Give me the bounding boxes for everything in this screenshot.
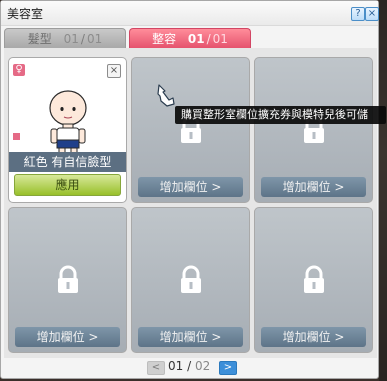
- tab-face[interactable]: 整容 01/01: [129, 28, 251, 49]
- lock-icon: [303, 265, 324, 293]
- tab-face-count: 01/01: [187, 32, 228, 46]
- lock-icon: [57, 265, 78, 293]
- add-slot-button[interactable]: 增加欄位 >: [261, 177, 366, 197]
- tab-hairstyle-label: 髮型: [27, 32, 52, 46]
- female-icon: ♀: [13, 64, 25, 76]
- tab-face-label: 整容: [152, 32, 177, 46]
- slots-panel: ♀ × 紅色 有自信臉型 應用 增加欄位 > 增加欄位 > 增加欄位 > 增加欄…: [4, 48, 377, 358]
- close-button[interactable]: ×: [365, 7, 379, 21]
- page-indicator: 01 / 02: [168, 359, 211, 373]
- locked-slot-5[interactable]: 增加欄位 >: [131, 207, 250, 353]
- window-title: 美容室: [7, 7, 44, 21]
- beauty-salon-window: 美容室 ? × 髮型 01/01 整容 01/01 ♀ × 紅色 有自信臉型 應…: [0, 0, 379, 379]
- add-slot-button[interactable]: 增加欄位 >: [138, 327, 243, 347]
- pagination: < 01 / 02 >: [1, 359, 378, 377]
- help-button[interactable]: ?: [351, 7, 365, 21]
- lock-icon: [180, 265, 201, 293]
- color-marker: [13, 133, 20, 140]
- add-slot-button[interactable]: 增加欄位 >: [15, 327, 120, 347]
- tab-hairstyle-count: 01/01: [63, 32, 103, 46]
- apply-button[interactable]: 應用: [14, 174, 121, 196]
- titlebar: 美容室 ? ×: [1, 1, 379, 26]
- hand-pointer-icon: [157, 84, 175, 107]
- slot-1-selected[interactable]: ♀ × 紅色 有自信臉型 應用: [8, 57, 127, 203]
- tab-bar: 髮型 01/01 整容 01/01: [1, 26, 378, 49]
- locked-slot-3[interactable]: 增加欄位 >: [254, 57, 373, 203]
- slot-name-label: 紅色 有自信臉型: [9, 152, 126, 172]
- delete-slot-button[interactable]: ×: [107, 64, 121, 78]
- tab-hairstyle[interactable]: 髮型 01/01: [4, 28, 126, 49]
- avatar: [49, 90, 87, 157]
- tooltip: 購買整形室欄位擴充券與模特兒後可儲: [175, 106, 386, 124]
- prev-page-button[interactable]: <: [147, 361, 165, 375]
- locked-slot-2[interactable]: 增加欄位 >: [131, 57, 250, 203]
- locked-slot-4[interactable]: 增加欄位 >: [8, 207, 127, 353]
- locked-slot-6[interactable]: 增加欄位 >: [254, 207, 373, 353]
- next-page-button[interactable]: >: [219, 361, 237, 375]
- add-slot-button[interactable]: 增加欄位 >: [261, 327, 366, 347]
- add-slot-button[interactable]: 增加欄位 >: [138, 177, 243, 197]
- game-background: [379, 0, 387, 381]
